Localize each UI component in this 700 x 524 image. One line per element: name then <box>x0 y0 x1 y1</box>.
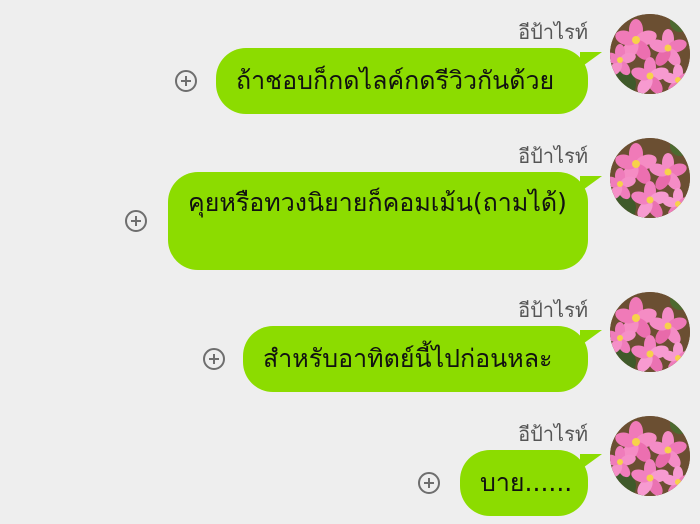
bubble-tail <box>580 52 602 68</box>
avatar[interactable] <box>610 416 690 496</box>
avatar[interactable] <box>610 14 690 94</box>
message-row: อีป้าไรท์ บาย...... <box>0 416 700 520</box>
chat-thread: อีป้าไรท์ ถ้าชอบก็กดไลค์กดรีวิวกันด้วย อ… <box>0 0 700 524</box>
flower-avatar-image <box>610 292 690 372</box>
message-bubble[interactable]: คุยหรือทวงนิยายก็คอมเม้น(ถามได้) <box>168 172 602 270</box>
message-row: อีป้าไรท์ สำหรับอาทิตย์นี้ไปก่อนหละ <box>0 292 700 396</box>
sender-name: อีป้าไรท์ <box>518 144 588 168</box>
message-text: คุยหรือทวงนิยายก็คอมเม้น(ถามได้) <box>188 188 567 217</box>
message-bubble[interactable]: ถ้าชอบก็กดไลค์กดรีวิวกันด้วย <box>216 48 602 114</box>
flower-avatar-image <box>610 14 690 94</box>
sender-name: อีป้าไรท์ <box>518 20 588 44</box>
flower-avatar-image <box>610 138 690 218</box>
flower-avatar-image <box>610 416 690 496</box>
bubble-tail <box>580 454 602 470</box>
message-row: อีป้าไรท์ ถ้าชอบก็กดไลค์กดรีวิวกันด้วย <box>0 14 700 118</box>
message-bubble[interactable]: สำหรับอาทิตย์นี้ไปก่อนหละ <box>243 326 602 392</box>
plus-circle-icon[interactable] <box>418 472 440 494</box>
plus-circle-icon[interactable] <box>125 210 147 232</box>
bubble-tail <box>580 176 602 192</box>
plus-circle-icon[interactable] <box>203 348 225 370</box>
message-bubble[interactable]: บาย...... <box>460 450 602 516</box>
sender-name: อีป้าไรท์ <box>518 298 588 322</box>
message-text: สำหรับอาทิตย์นี้ไปก่อนหละ <box>263 344 553 373</box>
sender-name: อีป้าไรท์ <box>518 422 588 446</box>
bubble-tail <box>580 330 602 346</box>
avatar[interactable] <box>610 292 690 372</box>
message-row: อีป้าไรท์ คุยหรือทวงนิยายก็คอมเม้น(ถามได… <box>0 138 700 272</box>
plus-circle-icon[interactable] <box>175 70 197 92</box>
message-text: บาย...... <box>480 468 573 497</box>
message-text: ถ้าชอบก็กดไลค์กดรีวิวกันด้วย <box>236 66 555 95</box>
avatar[interactable] <box>610 138 690 218</box>
